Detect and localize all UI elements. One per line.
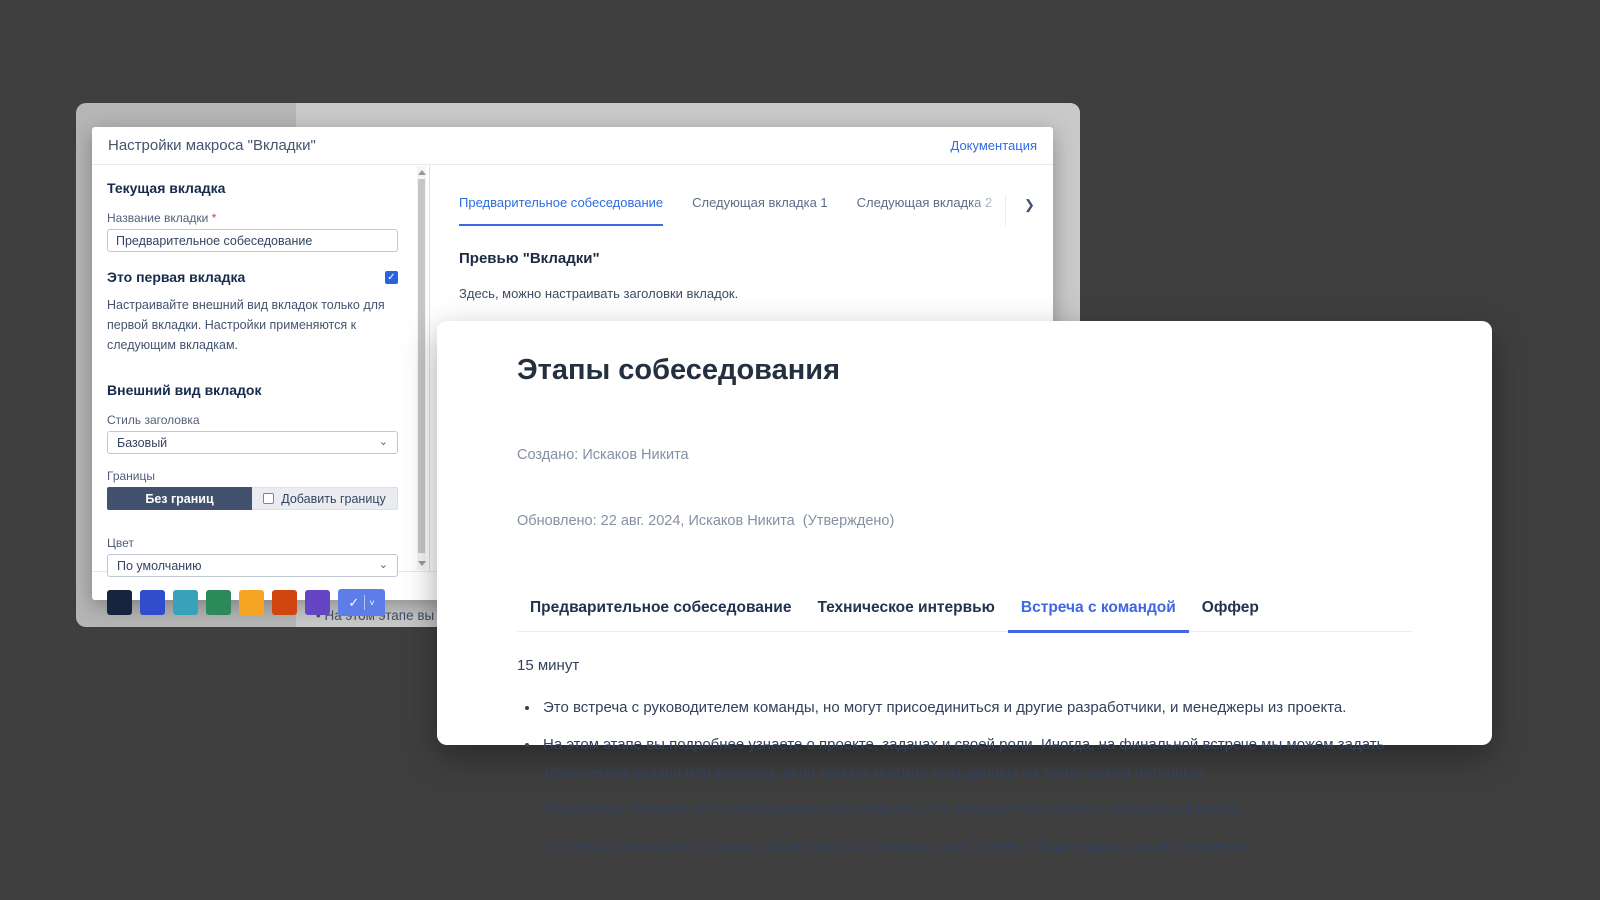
- page-title: Этапы собеседования: [517, 354, 1412, 387]
- color-swatch-row: ✓ ˅: [107, 589, 398, 616]
- preview-tabs-bar: Предварительное собеседование Следующая …: [459, 195, 1053, 226]
- card-tab-team-meeting[interactable]: Встреча с командой: [1008, 599, 1189, 633]
- color-value: По умолчанию: [117, 559, 202, 573]
- check-icon: ✓: [348, 595, 359, 611]
- list-item: На этом этапе вы подробнее узнаете о про…: [540, 731, 1412, 787]
- tab-name-label-text: Название вкладки: [107, 211, 212, 225]
- section-appearance: Внешний вид вкладок: [107, 382, 398, 398]
- tabs-next-button[interactable]: ❯: [1005, 195, 1053, 226]
- document-preview-card: Этапы собеседования Создано: Искаков Ник…: [437, 321, 1492, 745]
- color-swatch-teal[interactable]: [173, 590, 198, 615]
- updated-line: Обновлено: 22 авг. 2024, Искаков Никита …: [517, 510, 1412, 532]
- button-divider: [364, 595, 365, 610]
- list-item: Это встреча с руководителем команды, но …: [540, 694, 1412, 722]
- color-label: Цвет: [107, 536, 398, 550]
- chevron-right-icon: ❯: [1024, 197, 1035, 213]
- tab-name-input[interactable]: [107, 229, 398, 252]
- card-tab-offer[interactable]: Оффер: [1189, 599, 1272, 631]
- color-swatch-purple[interactable]: [305, 590, 330, 615]
- color-swatch-orange[interactable]: [239, 590, 264, 615]
- preview-paragraph-1: Здесь, можно настраивать заголовки вклад…: [459, 286, 1053, 301]
- color-swatch-green[interactable]: [206, 590, 231, 615]
- dialog-header: Настройки макроса "Вкладки" Документация: [92, 127, 1053, 165]
- tab-name-label: Название вкладки *: [107, 211, 398, 225]
- list-item: Старайтесь уточнять все интересующие вас…: [540, 796, 1412, 824]
- chevron-down-icon: ˅: [369, 598, 374, 608]
- preview-tab-3[interactable]: Следующая вкладка 2: [857, 195, 993, 226]
- apply-color-button[interactable]: ✓ ˅: [338, 589, 385, 616]
- preview-tab-2[interactable]: Следующая вкладка 1: [692, 195, 828, 226]
- card-tab-preliminary[interactable]: Предварительное собеседование: [517, 599, 804, 631]
- settings-scrollbar[interactable]: [417, 166, 426, 570]
- color-swatch-navy[interactable]: [107, 590, 132, 615]
- created-line: Создано: Искаков Никита: [517, 444, 1412, 466]
- documentation-link[interactable]: Документация: [951, 138, 1038, 153]
- section-current-tab: Текущая вкладка: [107, 180, 398, 196]
- color-swatch-blue[interactable]: [140, 590, 165, 615]
- first-tab-help-text: Настраивайте внешний вид вкладок только …: [107, 295, 398, 355]
- border-add-checkbox[interactable]: [263, 493, 274, 504]
- scroll-down-icon[interactable]: [418, 561, 426, 566]
- preview-heading: Превью "Вкладки": [459, 250, 1053, 267]
- first-tab-checkbox[interactable]: ✓: [385, 271, 398, 284]
- color-swatch-red[interactable]: [272, 590, 297, 615]
- dialog-title: Настройки макроса "Вкладки": [108, 137, 316, 154]
- borders-label: Границы: [107, 469, 398, 483]
- preview-tabs-scroller: Предварительное собеседование Следующая …: [459, 195, 1005, 226]
- page-meta: Создано: Искаков Никита Обновлено: 22 ав…: [517, 400, 1412, 576]
- color-select[interactable]: По умолчанию ⌄: [107, 554, 398, 577]
- chevron-down-icon: ⌄: [379, 437, 388, 448]
- scrollbar-thumb[interactable]: [418, 179, 425, 553]
- duration-text: 15 минут: [517, 657, 1412, 674]
- settings-panel: Текущая вкладка Название вкладки * Это п…: [92, 165, 430, 571]
- card-tab-technical[interactable]: Техническое интервью: [804, 599, 1007, 631]
- first-tab-label: Это первая вкладка: [107, 269, 245, 285]
- header-style-value: Базовый: [117, 436, 167, 450]
- bullet-list: Это встреча с руководителем команды, но …: [517, 694, 1412, 861]
- header-style-select[interactable]: Базовый ⌄: [107, 431, 398, 454]
- preview-tab-1[interactable]: Предварительное собеседование: [459, 195, 663, 226]
- border-add-label: Добавить границу: [281, 492, 385, 506]
- border-add-segment[interactable]: Добавить границу: [252, 487, 398, 510]
- card-tabs-bar: Предварительное собеседование Техническо…: [517, 599, 1412, 632]
- first-tab-row: Это первая вкладка ✓: [107, 269, 398, 285]
- required-asterisk: *: [212, 211, 217, 225]
- list-item: По результатам всех этапов мы будем гото…: [540, 833, 1412, 861]
- border-none-segment[interactable]: Без границ: [107, 487, 252, 510]
- header-style-label: Стиль заголовка: [107, 413, 398, 427]
- scroll-up-icon[interactable]: [418, 170, 426, 175]
- chevron-down-icon: ⌄: [379, 560, 388, 571]
- borders-segmented-control: Без границ Добавить границу: [107, 487, 398, 510]
